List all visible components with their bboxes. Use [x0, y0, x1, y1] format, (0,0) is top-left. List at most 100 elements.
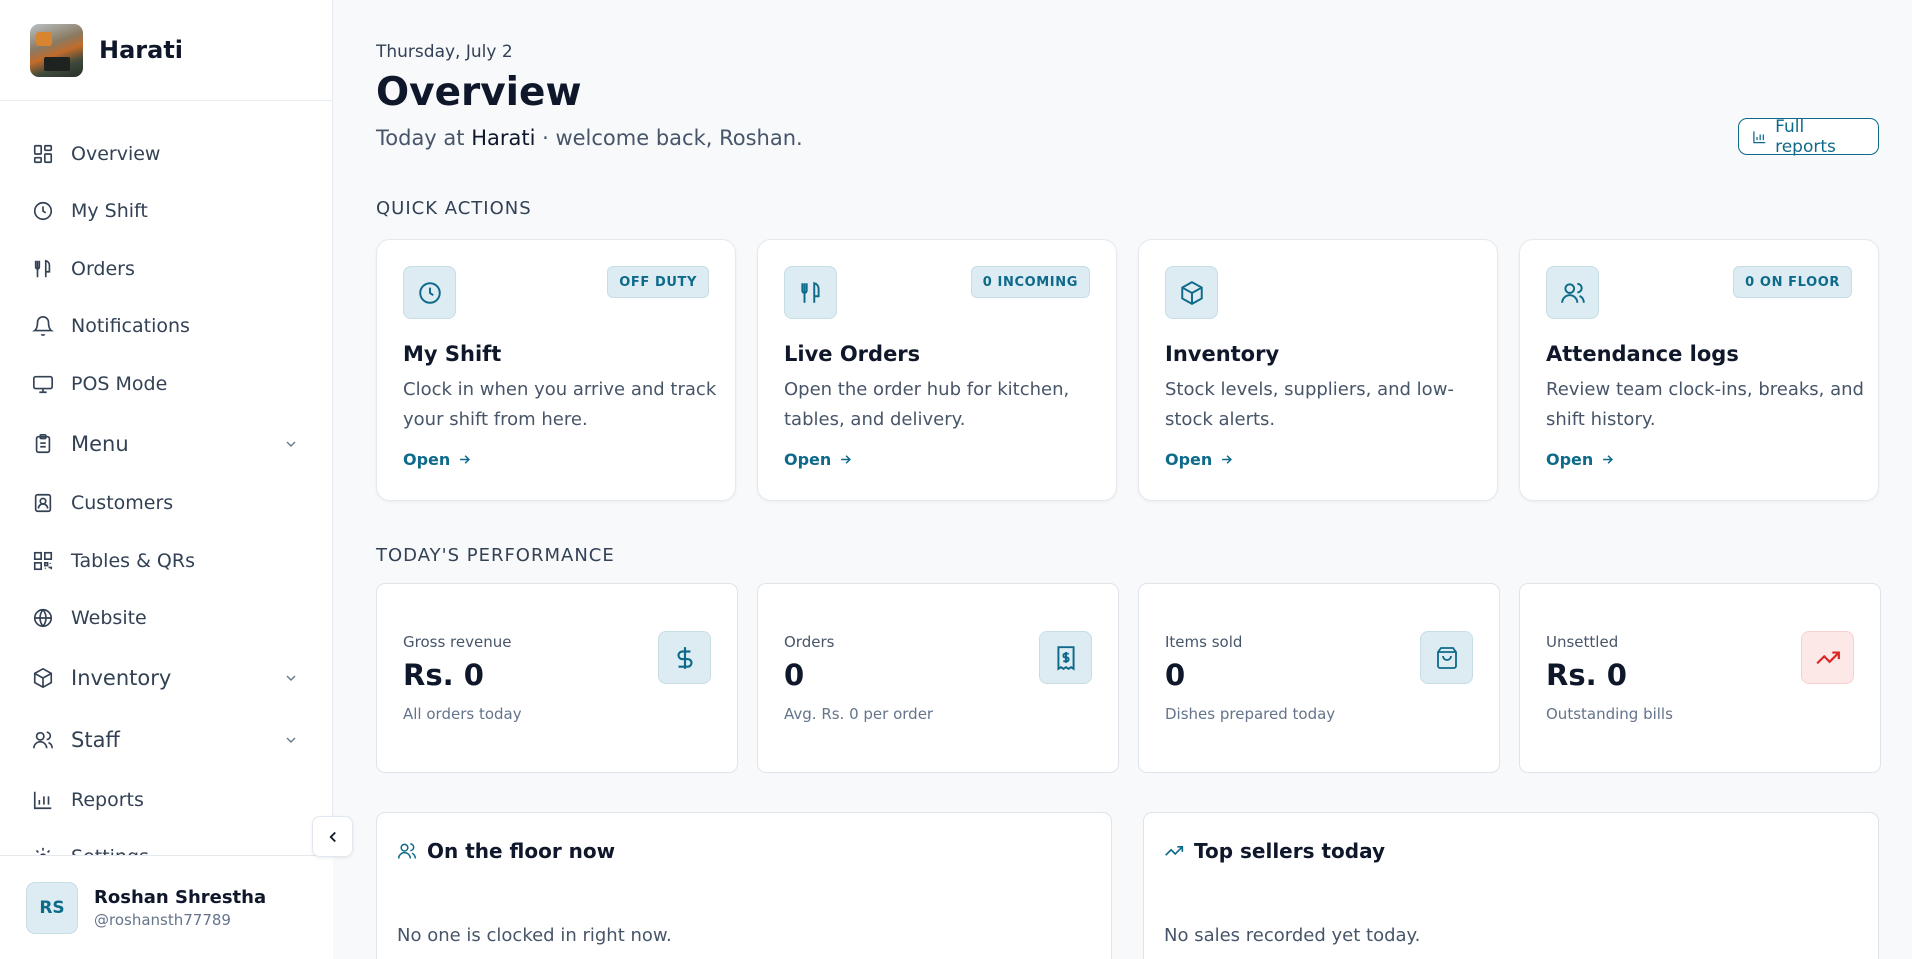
bar-chart-icon	[1753, 130, 1766, 143]
gear-icon	[32, 846, 54, 855]
sidebar-item-label: Staff	[71, 728, 120, 752]
bar-chart-icon	[32, 789, 54, 811]
sidebar-item-my-shift[interactable]: My Shift	[0, 183, 333, 241]
page-title: Overview	[376, 70, 582, 115]
brand-logo	[30, 23, 83, 77]
sidebar-item-reports[interactable]: Reports	[0, 771, 333, 829]
users-icon	[32, 729, 54, 751]
stat-label: Gross revenue	[403, 633, 512, 651]
stat-value: 0	[784, 658, 805, 692]
stat-subtext: Outstanding bills	[1546, 705, 1673, 723]
stat-value: Rs. 0	[403, 658, 484, 692]
stat-label: Orders	[784, 633, 835, 651]
users-icon	[397, 843, 417, 859]
arrow-right-icon	[460, 455, 471, 464]
open-link[interactable]: Open	[1165, 450, 1234, 469]
quick-action-inventory[interactable]: Inventory Stock levels, suppliers, and l…	[1138, 239, 1498, 501]
sidebar-item-label: POS Mode	[71, 372, 168, 395]
qr-icon	[32, 550, 54, 572]
chevron-down-icon[interactable]	[283, 732, 299, 748]
open-link[interactable]: Open	[403, 450, 472, 469]
sidebar-item-customers[interactable]: Customers	[0, 475, 333, 533]
stat-card-items-sold: Items sold 0 Dishes prepared today	[1138, 583, 1500, 773]
stat-subtext: All orders today	[403, 705, 522, 723]
top-sellers-panel: Top sellers today No sales recorded yet …	[1143, 812, 1879, 959]
chevron-down-icon[interactable]	[283, 436, 299, 452]
clock-icon	[403, 266, 456, 319]
card-description: Clock in when you arrive and track your …	[403, 379, 717, 430]
sidebar-item-notifications[interactable]: Notifications	[0, 298, 333, 356]
sidebar-item-inventory[interactable]: Inventory	[0, 647, 333, 709]
clipboard-icon	[32, 433, 54, 455]
stat-value: Rs. 0	[1546, 658, 1627, 692]
brand-header: Harati	[0, 0, 332, 101]
stat-value: 0	[1165, 658, 1186, 692]
empty-state-text: No sales recorded yet today.	[1164, 925, 1421, 946]
sidebar-item-settings[interactable]: Settings	[0, 829, 333, 855]
chevron-left-icon	[328, 831, 336, 842]
sidebar-item-label: Overview	[71, 142, 161, 165]
open-link[interactable]: Open	[784, 450, 853, 469]
restaurant-name: Harati	[471, 126, 536, 150]
card-title: Inventory	[1165, 342, 1280, 366]
sidebar-item-overview[interactable]: Overview	[0, 125, 333, 183]
performance-heading: TODAY'S PERFORMANCE	[376, 545, 615, 566]
welcome-text: Today at Harati · welcome back, Roshan.	[376, 126, 803, 150]
stat-label: Unsettled	[1546, 633, 1619, 651]
stat-subtext: Dishes prepared today	[1165, 705, 1336, 723]
sidebar-item-label: Menu	[71, 431, 129, 456]
card-title: Attendance logs	[1546, 342, 1739, 366]
status-badge: 0 INCOMING	[970, 266, 1090, 298]
sidebar-item-label: Orders	[71, 257, 135, 280]
quick-actions-heading: QUICK ACTIONS	[376, 198, 532, 219]
sidebar-item-label: Reports	[71, 788, 144, 811]
current-date: Thursday, July 2	[376, 42, 513, 62]
sidebar-item-tables-qrs[interactable]: Tables & QRs	[0, 532, 333, 590]
quick-action-my-shift[interactable]: OFF DUTY My Shift Clock in when you arri…	[376, 239, 736, 501]
stat-subtext: Avg. Rs. 0 per order	[784, 705, 934, 723]
status-badge: 0 ON FLOOR	[1733, 266, 1852, 298]
sidebar: Harati Overview My Shift Orders Notifica…	[0, 0, 333, 959]
open-link[interactable]: Open	[1546, 450, 1615, 469]
shopping-bag-icon	[1420, 631, 1473, 684]
user-profile[interactable]: RS Roshan Shrestha @roshansth77789	[0, 855, 333, 959]
avatar: RS	[26, 881, 78, 934]
sidebar-nav: Overview My Shift Orders Notifications P…	[0, 125, 333, 855]
card-description: Open the order hub for kitchen, tables, …	[784, 379, 1070, 430]
arrow-right-icon	[1222, 455, 1233, 464]
sidebar-item-website[interactable]: Website	[0, 590, 333, 648]
trending-up-icon	[1801, 631, 1854, 684]
receipt-icon	[1039, 631, 1092, 684]
utensils-icon	[784, 266, 837, 319]
sidebar-item-orders[interactable]: Orders	[0, 240, 333, 298]
quick-action-live-orders[interactable]: 0 INCOMING Live Orders Open the order hu…	[757, 239, 1117, 501]
sidebar-item-menu[interactable]: Menu	[0, 413, 333, 475]
status-badge: OFF DUTY	[607, 266, 709, 298]
contact-icon	[32, 492, 54, 514]
card-title: My Shift	[403, 342, 502, 366]
panel-title: On the floor now	[427, 839, 616, 863]
sidebar-item-pos-mode[interactable]: POS Mode	[0, 355, 333, 413]
sidebar-item-label: Website	[71, 607, 147, 630]
card-description: Review team clock-ins, breaks, and shift…	[1546, 379, 1864, 430]
sidebar-item-staff[interactable]: Staff	[0, 709, 333, 771]
trending-up-icon	[1165, 846, 1184, 856]
stat-card-gross-revenue: Gross revenue Rs. 0 All orders today	[376, 583, 738, 773]
collapse-sidebar-button[interactable]	[312, 816, 353, 857]
stat-card-unsettled: Unsettled Rs. 0 Outstanding bills	[1519, 583, 1881, 773]
globe-icon	[32, 607, 54, 629]
chevron-down-icon[interactable]	[283, 670, 299, 686]
arrow-right-icon	[1603, 455, 1614, 464]
empty-state-text: No one is clocked in right now.	[397, 925, 672, 946]
sidebar-item-label: Inventory	[71, 666, 172, 690]
quick-action-attendance-logs[interactable]: 0 ON FLOOR Attendance logs Review team c…	[1519, 239, 1879, 501]
sidebar-item-label: Customers	[71, 492, 174, 515]
arrow-right-icon	[841, 455, 852, 464]
card-title: Live Orders	[784, 342, 921, 366]
full-reports-button[interactable]: Full reports	[1738, 117, 1879, 157]
brand-name: Harati	[99, 36, 184, 64]
stat-card-orders: Orders 0 Avg. Rs. 0 per order	[757, 583, 1119, 773]
on-the-floor-panel: On the floor now No one is clocked in ri…	[376, 812, 1112, 959]
stat-label: Items sold	[1165, 633, 1243, 651]
package-icon	[1165, 266, 1218, 319]
